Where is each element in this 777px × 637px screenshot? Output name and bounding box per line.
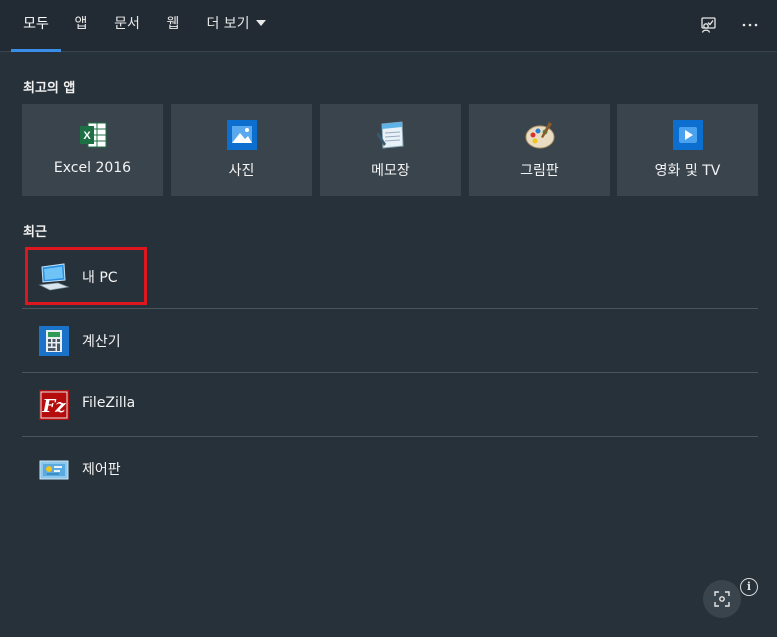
filezilla-icon: Fz [38,389,70,421]
screen-capture-button[interactable] [703,580,741,618]
feedback-icon[interactable] [693,10,723,40]
chevron-down-icon [255,20,266,26]
tile-label: 사진 [228,163,255,179]
divider [22,372,758,373]
tile-label: 그림판 [520,163,559,179]
notepad-icon [374,118,408,152]
paint-icon [523,118,557,152]
divider [22,436,758,437]
tab-documents[interactable]: 문서 [106,0,148,52]
tab-all[interactable]: 모두 [11,0,61,52]
tile-photos[interactable]: 사진 [171,104,312,196]
calculator-icon [38,325,70,357]
recent-item-label: 계산기 [82,334,121,350]
tile-label: Excel 2016 [53,160,132,176]
tile-paint[interactable]: 그림판 [469,104,610,196]
tab-apps[interactable]: 앱 [66,0,96,52]
top-tab-bar: 모두 앱 문서 웹 더 보기 [0,0,777,52]
excel-icon: X [76,118,110,152]
tile-notepad[interactable]: 메모장 [320,104,461,196]
control-panel-icon [38,453,70,485]
top-apps-title: 최고의 앱 [23,81,76,96]
movies-tv-icon [671,118,705,152]
tile-excel[interactable]: X Excel 2016 [22,104,163,196]
recent-item-label: 제어판 [82,462,121,478]
highlight-box [25,247,147,305]
tile-label: 메모장 [371,163,410,179]
recent-item-filezilla[interactable]: Fz FileZilla [22,374,758,434]
recent-item-calculator[interactable]: 계산기 [22,310,758,370]
photos-icon [225,118,259,152]
recent-item-label: FileZilla [82,395,136,411]
tile-label: 영화 및 TV [654,163,721,179]
tab-web[interactable]: 웹 [158,0,188,52]
info-icon[interactable]: i [740,578,758,596]
tab-more[interactable]: 더 보기 [200,0,272,52]
tile-movies-tv[interactable]: 영화 및 TV [617,104,758,196]
capture-icon [714,591,730,607]
divider [22,308,758,309]
recent-item-control-panel[interactable]: 제어판 [22,438,758,498]
svg-text:Fz: Fz [41,396,66,417]
svg-text:X: X [83,130,91,142]
recent-title: 최근 [23,225,47,240]
tab-more-label: 더 보기 [206,16,250,32]
more-icon[interactable] [735,10,765,40]
